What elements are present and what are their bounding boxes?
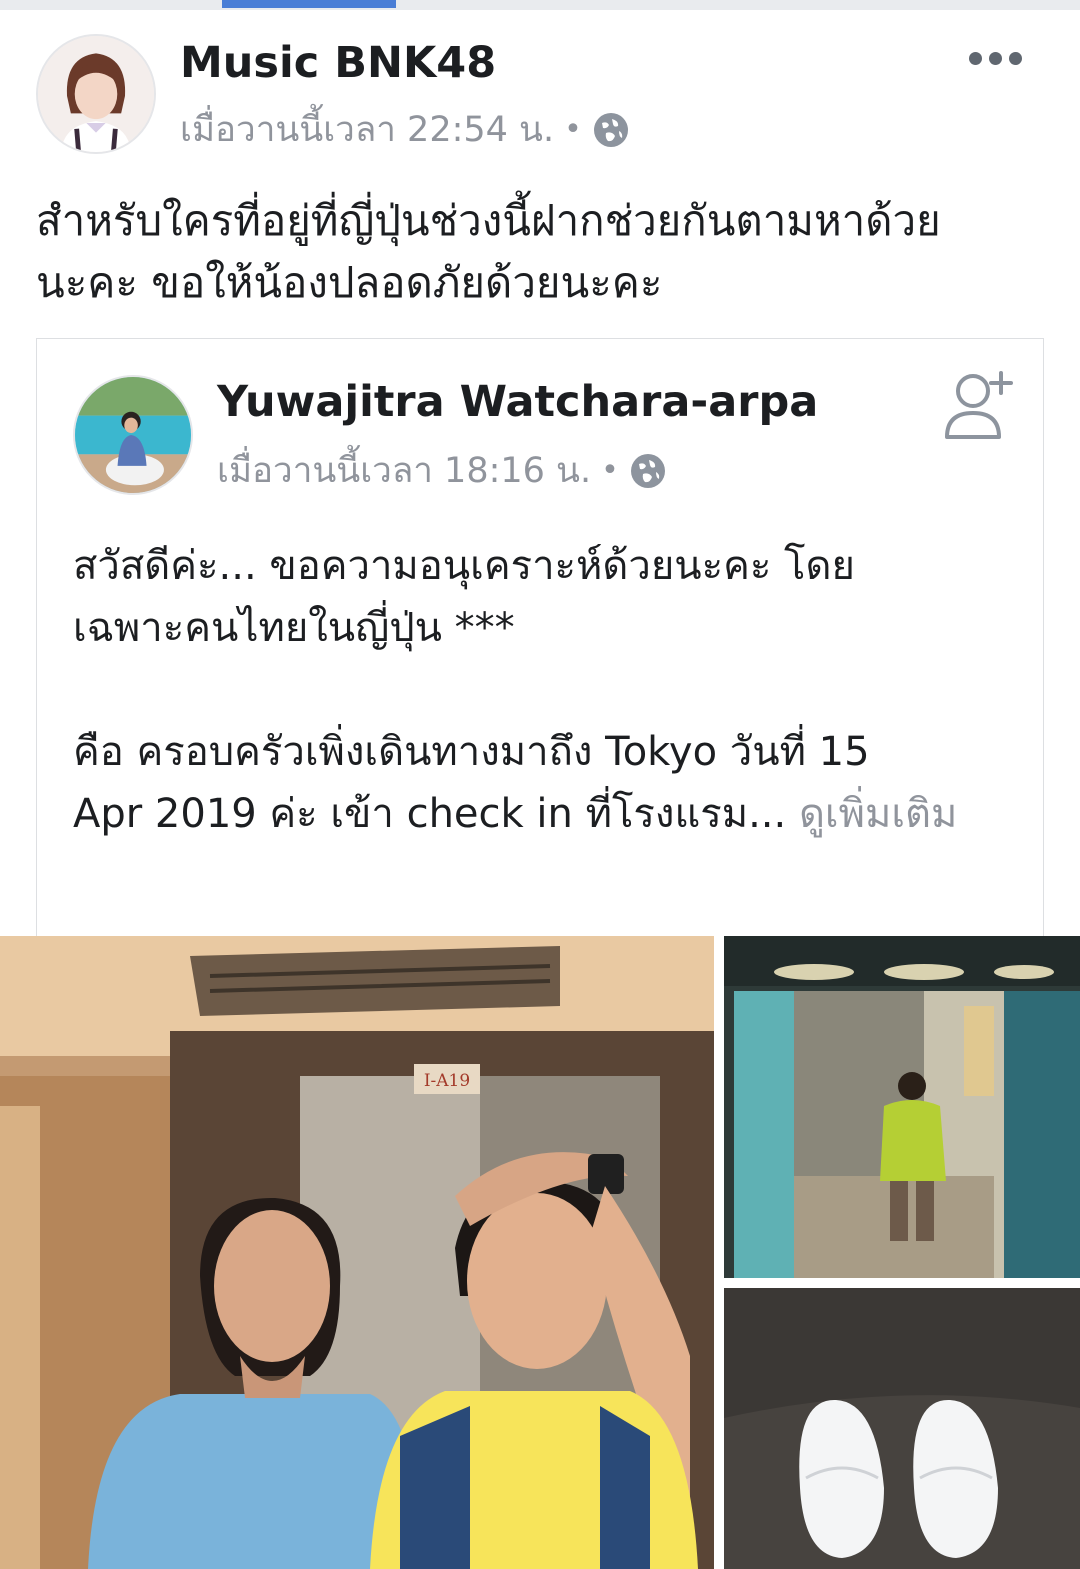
shared-author-name[interactable]: Yuwajitra Watchara-arpa [217, 377, 818, 427]
see-more-link[interactable]: ดูเพิ่มเติม [799, 791, 957, 837]
shared-text-line: Apr 2019 ค่ะ เข้า check in ที่โรงแรม... [73, 791, 787, 837]
shared-paragraph: สวัสดีค่ะ... ขอความอนุเคราะห์ด้วยนะคะ โด… [73, 535, 1003, 659]
post-text-line: นะคะ ขอให้น้องปลอดภัยด้วยนะคะ [36, 258, 663, 307]
post-meta: เมื่อวานนี้เวลา 22:54 น. • [180, 102, 630, 157]
author-name[interactable]: Music BNK48 [180, 38, 496, 88]
meta-separator: • [601, 453, 619, 488]
globe-icon[interactable] [629, 452, 667, 490]
globe-icon[interactable] [592, 111, 630, 149]
shared-body-text: สวัสดีค่ะ... ขอความอนุเคราะห์ด้วยนะคะ โด… [73, 535, 1003, 907]
top-divider [0, 0, 1080, 10]
add-friend-icon[interactable] [941, 367, 1015, 441]
active-tab-indicator [222, 0, 396, 8]
elevator-sign: I-A19 [424, 1071, 470, 1091]
meta-separator: • [564, 112, 582, 147]
shared-text-line: สวัสดีค่ะ... ขอความอนุเคราะห์ด้วยนะคะ โด… [73, 543, 855, 589]
post-header: Music BNK48 เมื่อวานนี้เวลา 22:54 น. • [0, 10, 1080, 170]
more-options-button[interactable] [963, 46, 1028, 71]
photo-slippers[interactable] [724, 1288, 1080, 1569]
shared-meta: เมื่อวานนี้เวลา 18:16 น. • [217, 443, 667, 498]
author-avatar[interactable] [36, 34, 156, 154]
post-timestamp[interactable]: เมื่อวานนี้เวลา 22:54 น. [180, 102, 554, 157]
post-text-line: สำหรับใครที่อยู่ที่ญี่ปุ่นช่วงนี้ฝากช่วย… [36, 196, 941, 245]
shared-text-line: เฉพาะคนไทยในญี่ปุ่น *** [73, 605, 515, 651]
photo-elevator[interactable]: I-A19 [0, 936, 714, 1569]
photo-cctv[interactable] [724, 936, 1080, 1278]
shared-timestamp[interactable]: เมื่อวานนี้เวลา 18:16 น. [217, 443, 591, 498]
shared-author-avatar[interactable] [73, 375, 193, 495]
shared-post-card[interactable]: Yuwajitra Watchara-arpa เมื่อวานนี้เวลา … [36, 338, 1044, 938]
shared-paragraph: คือ ครอบครัวเพิ่งเดินทางมาถึง Tokyo วันท… [73, 721, 1003, 845]
more-horizontal-icon [969, 52, 982, 65]
shared-text-line: คือ ครอบครัวเพิ่งเดินทางมาถึง Tokyo วันท… [73, 729, 870, 775]
post-body-text: สำหรับใครที่อยู่ที่ญี่ปุ่นช่วงนี้ฝากช่วย… [36, 190, 1046, 314]
